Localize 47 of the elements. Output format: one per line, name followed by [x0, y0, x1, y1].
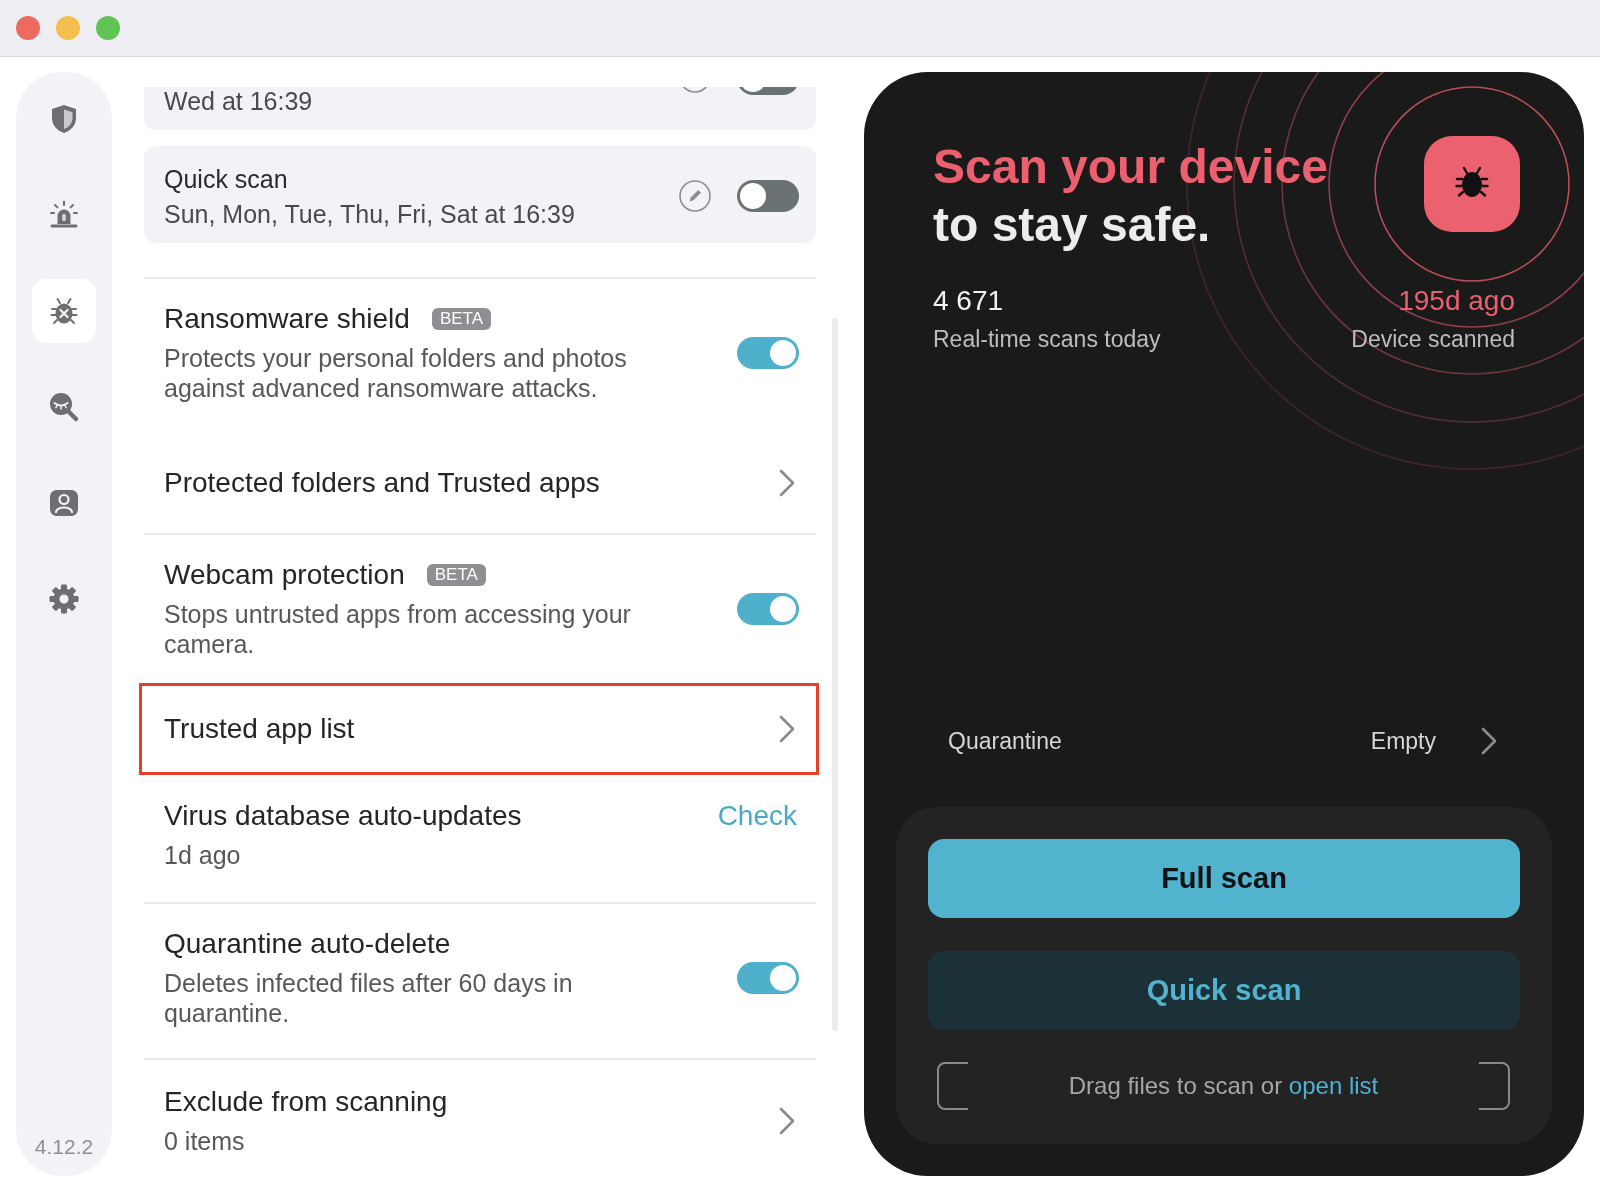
stat-label: Real-time scans today	[933, 326, 1161, 352]
setting-title: Quarantine auto-delete	[164, 928, 451, 960]
setting-title: Virus database auto-updates	[164, 800, 523, 832]
scan-button[interactable]: Full scan	[928, 839, 1520, 918]
edit-icon[interactable]	[679, 180, 711, 212]
stat-value: 4 671	[933, 284, 1004, 318]
chevron-right-icon	[779, 469, 795, 497]
settings-row[interactable]: Trusted app list	[139, 683, 819, 775]
close-button[interactable]	[16, 16, 40, 40]
schedule-time: Wed at 16:39	[164, 87, 314, 115]
setting-description: Protects your personal folders and photos against advanced ransomware attacks.	[164, 343, 628, 403]
scan-button[interactable]: Quick scan	[928, 951, 1520, 1030]
chevron-right-icon	[1481, 727, 1497, 755]
bug-icon	[48, 295, 80, 327]
drop-hint: Drag files to scan or open list	[1067, 1072, 1380, 1100]
schedule-title: Quick scan	[164, 164, 289, 194]
headline: to stay safe.	[933, 197, 1212, 253]
toggle-switch[interactable]	[737, 593, 799, 625]
stat-value: 195d ago	[1398, 284, 1515, 318]
beta-tag: BETA	[426, 564, 486, 586]
setting-title: Webcam protection	[164, 559, 405, 591]
toggle-switch[interactable]	[737, 337, 799, 369]
toggle-switch[interactable]	[737, 180, 799, 212]
setting-description: Deletes infected files after 60 days in quarantine.	[164, 968, 574, 1028]
bug-icon[interactable]	[1424, 136, 1520, 232]
chevron-right-icon	[779, 715, 795, 743]
settings-icon	[48, 583, 80, 615]
quarantine-row[interactable]: Quarantine Empty	[948, 721, 1497, 761]
bracket-icon	[937, 1062, 969, 1110]
bracket-icon	[1478, 1062, 1510, 1110]
setting-subtitle: 1d ago	[164, 840, 242, 870]
open-list-link[interactable]: open list	[1288, 1072, 1379, 1099]
stat-label: Device scanned	[1351, 326, 1515, 352]
schedule-time: Sun, Mon, Tue, Thu, Fri, Sat at 16:39	[164, 200, 576, 228]
person-icon	[48, 487, 80, 519]
version-label: 4.12.2	[34, 1134, 94, 1160]
beta-tag: BETA	[431, 308, 492, 330]
sidebar-tab[interactable]	[32, 279, 96, 343]
settings-row[interactable]: Exclude from scanning 0 items	[144, 1060, 816, 1176]
toggle-switch[interactable]	[737, 962, 799, 994]
siren-icon	[48, 199, 80, 231]
setting-title: Ransomware shield	[164, 303, 410, 335]
settings-row[interactable]: Protected folders and Trusted apps	[144, 433, 816, 533]
setting-description: Stops untrusted apps from accessing your camera.	[164, 599, 632, 659]
headline: Scan your device	[933, 139, 1329, 195]
magnifier-icon	[48, 391, 80, 423]
chevron-right-icon	[779, 1107, 795, 1135]
